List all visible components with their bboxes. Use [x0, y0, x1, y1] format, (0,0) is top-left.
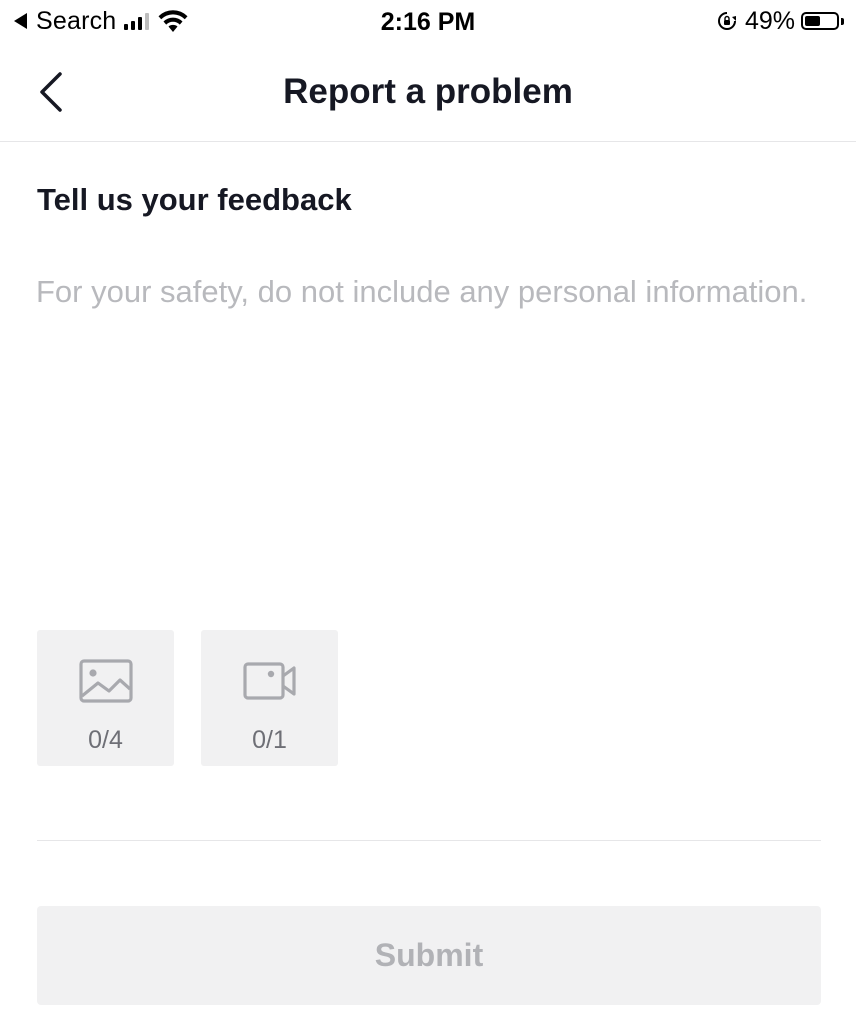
video-camera-icon: [243, 662, 296, 700]
add-video-button[interactable]: 0/1: [201, 630, 338, 766]
feedback-heading: Tell us your feedback: [37, 182, 352, 217]
feedback-input[interactable]: [36, 270, 818, 600]
photo-count: 0/4: [88, 726, 123, 754]
divider: [37, 840, 821, 841]
image-icon: [79, 659, 133, 703]
battery-fill: [805, 16, 820, 26]
battery-icon: [801, 12, 839, 30]
status-right: 49%: [717, 6, 844, 36]
battery-nub: [841, 17, 844, 25]
battery-percent: 49%: [744, 6, 795, 35]
rotation-lock-icon: [717, 12, 736, 30]
submit-button[interactable]: Submit: [37, 906, 821, 1005]
video-count: 0/1: [252, 726, 287, 754]
status-bar: Search 2:16 PM 49%: [0, 0, 856, 44]
add-photo-button[interactable]: 0/4: [37, 630, 174, 766]
nav-bar: Report a problem: [0, 44, 856, 142]
page-title: Report a problem: [283, 72, 573, 111]
